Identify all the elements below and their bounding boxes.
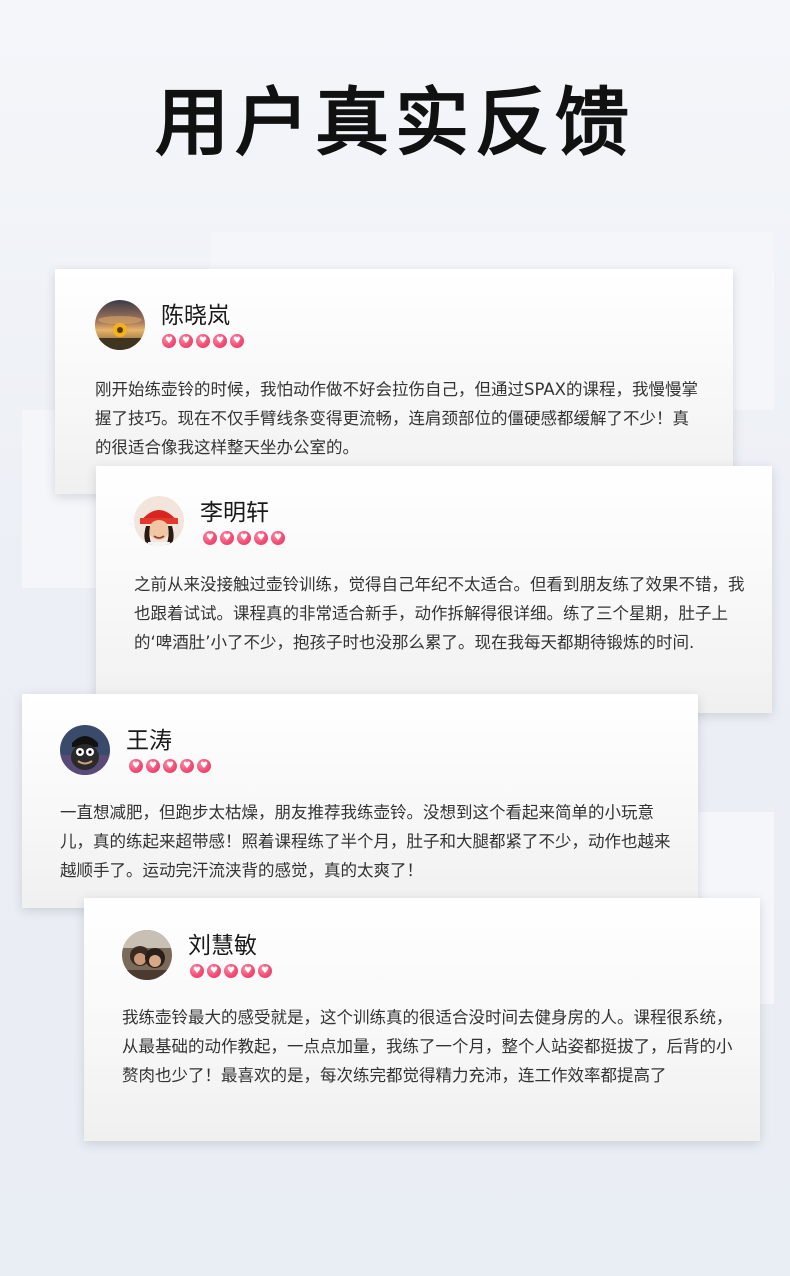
red-hat-woman-avatar	[134, 496, 184, 546]
rating-hearts: ♥ ♥ ♥ ♥ ♥	[203, 531, 285, 545]
page-title: 用户真实反馈	[155, 80, 635, 166]
heart-icon: ♥	[180, 759, 194, 773]
heart-icon: ♥	[220, 531, 234, 545]
avatar	[134, 496, 184, 546]
reviewer-name: 陈晓岚	[161, 303, 230, 329]
heart-icon: ♥	[237, 531, 251, 545]
heart-icon: ♥	[196, 334, 210, 348]
heart-icon: ♥	[254, 531, 268, 545]
review-card: 刘慧敏 ♥ ♥ ♥ ♥ ♥ 我练壶铃最大的感受就是，这个训练真的很适合没时间去健…	[84, 898, 760, 1141]
review-text: 我练壶铃最大的感受就是，这个训练真的很适合没时间去健身房的人。课程很系统，从最基…	[122, 1008, 733, 1085]
heart-icon: ♥	[207, 964, 221, 978]
avatar	[95, 300, 145, 350]
rating-hearts: ♥ ♥ ♥ ♥ ♥	[129, 759, 211, 773]
review-text: 之前从来没接触过壶铃训练，觉得自己年纪不太适合。但看到朋友练了效果不错，我也跟着…	[134, 575, 745, 652]
reviewer-name: 王涛	[126, 728, 172, 754]
sunflower-sunset-avatar	[95, 300, 145, 350]
heart-icon: ♥	[190, 964, 204, 978]
review-card: 王涛 ♥ ♥ ♥ ♥ ♥ 一直想减肥，但跑步太枯燥，朋友推荐我练壶铃。没想到这个…	[22, 694, 698, 908]
rating-hearts: ♥ ♥ ♥ ♥ ♥	[162, 334, 244, 348]
rating-hearts: ♥ ♥ ♥ ♥ ♥	[190, 964, 272, 978]
heart-icon: ♥	[213, 334, 227, 348]
heart-icon: ♥	[271, 531, 285, 545]
heart-icon: ♥	[129, 759, 143, 773]
heart-icon: ♥	[241, 964, 255, 978]
heart-icon: ♥	[224, 964, 238, 978]
reviewer-name: 李明轩	[200, 500, 269, 526]
review-text: 一直想减肥，但跑步太枯燥，朋友推荐我练壶铃。没想到这个看起来简单的小玩意儿，真的…	[60, 803, 671, 880]
avatar	[60, 725, 110, 775]
heart-icon: ♥	[258, 964, 272, 978]
review-card: 陈晓岚 ♥ ♥ ♥ ♥ ♥ 刚开始练壶铃的时候，我怕动作做不好会拉伤自己，但通过…	[55, 269, 733, 494]
cartoon-character-avatar	[60, 725, 110, 775]
heart-icon: ♥	[146, 759, 160, 773]
avatar	[122, 930, 172, 980]
heart-icon: ♥	[197, 759, 211, 773]
heart-icon: ♥	[163, 759, 177, 773]
heart-icon: ♥	[162, 334, 176, 348]
heart-icon: ♥	[203, 531, 217, 545]
couple-photo-avatar	[122, 930, 172, 980]
review-text: 刚开始练壶铃的时候，我怕动作做不好会拉伤自己，但通过SPAX的课程，我慢慢掌握了…	[95, 380, 698, 457]
heart-icon: ♥	[230, 334, 244, 348]
reviewer-name: 刘慧敏	[188, 933, 257, 959]
heart-icon: ♥	[179, 334, 193, 348]
review-card: 李明轩 ♥ ♥ ♥ ♥ ♥ 之前从来没接触过壶铃训练，觉得自己年纪不太适合。但看…	[96, 466, 772, 713]
